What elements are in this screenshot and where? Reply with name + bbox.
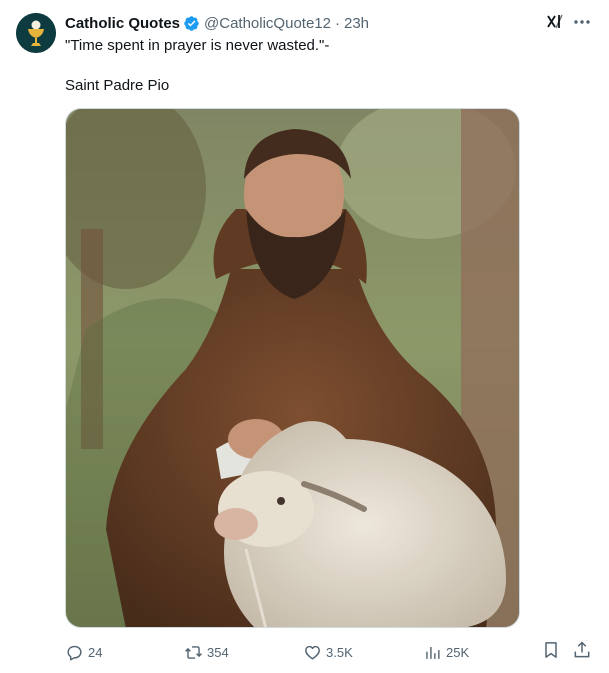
tweet-photo[interactable] <box>65 108 520 628</box>
photo-padre-pio-with-lamb <box>66 109 519 627</box>
views-count: 25K <box>446 644 470 660</box>
tweet-card[interactable]: Catholic Quotes @CatholicQuote12 · 23h "… <box>0 0 609 673</box>
bookmark-icon[interactable] <box>541 640 561 660</box>
speech-bubble-icon <box>67 645 82 660</box>
display-name[interactable]: Catholic Quotes <box>65 15 180 32</box>
chalice-host-icon <box>16 13 56 53</box>
timestamp[interactable]: 23h <box>344 15 369 32</box>
tweet-text: "Time spent in prayer is never wasted."-… <box>65 36 585 96</box>
reply-button[interactable]: 24 <box>65 640 102 664</box>
tweet-header: Catholic Quotes @CatholicQuote12 · 23h <box>65 13 539 33</box>
tweet-quote: "Time spent in prayer is never wasted."- <box>65 37 330 54</box>
bar-chart-icon <box>426 646 440 659</box>
verified-badge-icon <box>184 15 199 31</box>
repost-button[interactable]: 354 <box>184 640 229 664</box>
avatar[interactable] <box>16 13 56 53</box>
more-dots-icon[interactable] <box>571 12 593 32</box>
separator-dot: · <box>334 14 340 32</box>
tweet-attribution: Saint Padre Pio <box>65 77 170 94</box>
repost-arrows-icon <box>185 645 202 659</box>
like-count: 3.5K <box>326 644 353 660</box>
grok-icon[interactable] <box>545 12 565 32</box>
heart-icon <box>305 645 320 660</box>
share-upload-icon[interactable] <box>572 640 592 660</box>
handle[interactable]: @CatholicQuote12 <box>204 15 331 32</box>
views-button[interactable]: 25K <box>423 640 469 664</box>
reply-count: 24 <box>88 644 103 660</box>
repost-count: 354 <box>207 644 229 660</box>
like-button[interactable]: 3.5K <box>303 640 353 664</box>
tweet-actions: 24 354 3.5K 25K <box>60 640 600 664</box>
